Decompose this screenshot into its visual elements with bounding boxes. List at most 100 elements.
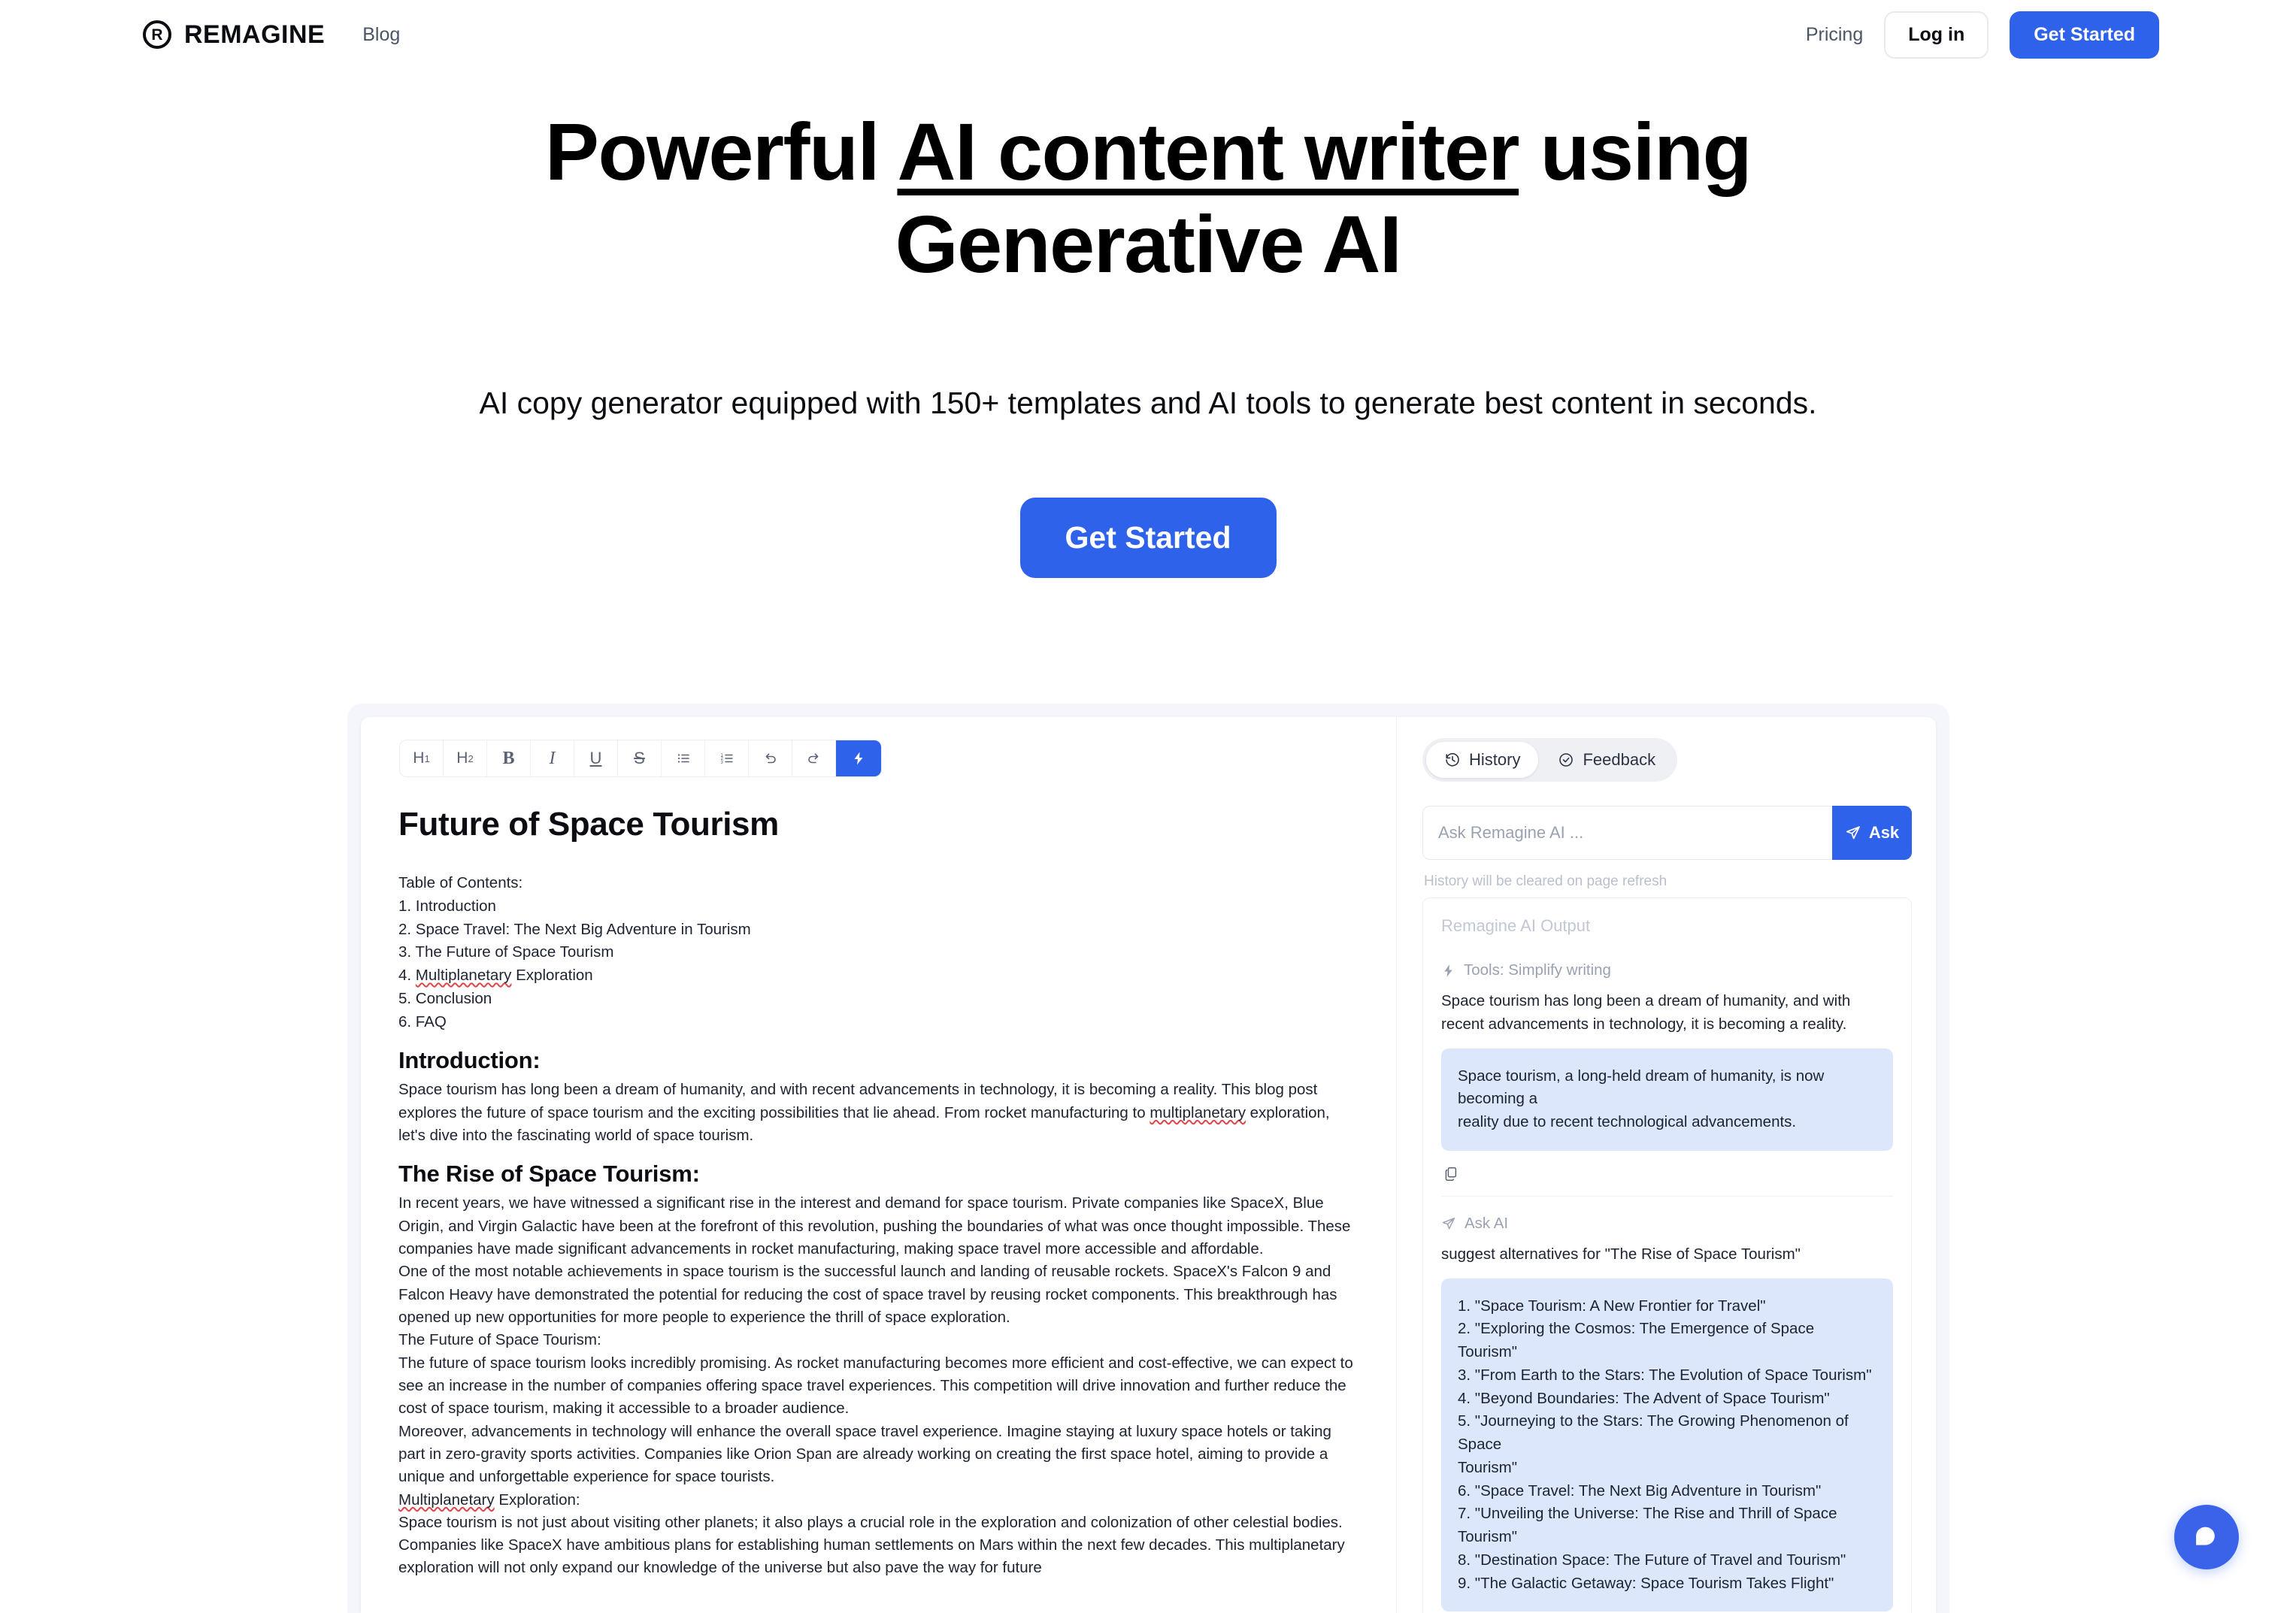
toolbar-redo-button[interactable] — [792, 740, 836, 776]
output-line: 6. "Space Travel: The Next Big Adventure… — [1458, 1481, 1822, 1500]
site-header: R REMAGINE Blog Pricing Log in Get Start… — [0, 0, 2296, 69]
history-entry: Ask AI suggest alternatives for "The Ris… — [1441, 1215, 1893, 1613]
brand-name: REMAGINE — [184, 20, 326, 49]
output-line: reality due to recent technological adva… — [1458, 1113, 1797, 1130]
history-entry-head: Ask AI — [1441, 1215, 1893, 1233]
login-button[interactable]: Log in — [1884, 11, 1989, 59]
history-entry-title: Ask AI — [1465, 1214, 1509, 1232]
history-note: History will be cleared on page refresh — [1424, 873, 1667, 889]
output-line: 3. "From Earth to the Stars: The Evoluti… — [1458, 1366, 1872, 1384]
output-line: 4. "Beyond Boundaries: The Advent of Spa… — [1458, 1389, 1830, 1407]
header-get-started-button[interactable]: Get Started — [2010, 11, 2159, 59]
history-entry-title: Tools: Simplify writing — [1464, 961, 1611, 979]
doc-paragraph-intro: Space tourism has long been a dream of h… — [398, 1079, 1360, 1147]
send-icon — [1441, 1216, 1456, 1231]
doc-subheading-future: The Future of Space Tourism: — [398, 1331, 601, 1349]
divider — [1441, 1195, 1893, 1197]
output-line: 9. "The Galactic Getaway: Space Tourism … — [1458, 1574, 1834, 1592]
hero-title-underlined: AI content writer — [897, 106, 1519, 197]
copy-row — [1441, 1151, 1893, 1196]
ask-input[interactable] — [1422, 806, 1832, 860]
output-line: 7. "Unveiling the Universe: The Rise and… — [1458, 1505, 1837, 1545]
toolbar-undo-button[interactable] — [749, 740, 792, 776]
ai-panel: History Feedback Ask Remagine AI ... Ask… — [1397, 717, 1936, 1613]
doc-paragraph-reusable: One of the most notable achievements in … — [398, 1263, 1337, 1326]
output-line: 5. "Journeying to the Stars: The Growing… — [1458, 1412, 1849, 1453]
svg-text:3: 3 — [720, 761, 723, 765]
doc-subheading-multiplanetary: Multiplanetary Exploration: — [398, 1489, 1360, 1512]
document-body[interactable]: Future of Space Tourism Table of Content… — [388, 777, 1369, 1580]
ask-row: Ask — [1422, 806, 1912, 860]
history-entry-output: Space tourism, a long-held dream of huma… — [1441, 1048, 1893, 1151]
toolbar-ai-magic-button[interactable] — [836, 740, 881, 776]
toolbar-underline-button[interactable]: U — [574, 740, 618, 776]
tab-feedback[interactable]: Feedback — [1540, 742, 1674, 778]
nav-link-blog[interactable]: Blog — [362, 24, 400, 45]
toolbar-numbered-list-button[interactable]: 1 2 3 — [705, 740, 749, 776]
output-line: 8. "Destination Space: The Future of Tra… — [1458, 1551, 1846, 1569]
history-entry-source: Space tourism has long been a dream of h… — [1441, 992, 1851, 1033]
nav-link-pricing[interactable]: Pricing — [1806, 24, 1863, 46]
doc-paragraph-future: The future of space tourism looks incred… — [398, 1354, 1353, 1418]
toolbar-italic-button[interactable]: I — [531, 740, 574, 776]
remagine-logo-icon: R — [143, 20, 171, 49]
history-list[interactable]: Remagine AI Output Tools: Simplify writi… — [1422, 897, 1912, 1613]
misspelled-word: Multiplanetary — [415, 967, 512, 984]
output-line: Tourism" — [1458, 1458, 1518, 1476]
send-icon — [1845, 825, 1861, 841]
toolbar-strikethrough-button[interactable]: S — [618, 740, 662, 776]
hero-cta-wrap: Get Started — [0, 497, 2296, 578]
output-line: 1. "Space Tourism: A New Frontier for Tr… — [1458, 1297, 1766, 1315]
doc-paragraph-rise: In recent years, we have witnessed a sig… — [398, 1194, 1351, 1257]
history-entry-question: suggest alternatives for "The Rise of Sp… — [1441, 1245, 1801, 1263]
product-screenshot-frame: H1 H2 B I U S 1 2 3 Future of Space Tour… — [347, 704, 1949, 1613]
doc-heading-introduction: Introduction: — [398, 1047, 541, 1074]
misspelled-word: multiplanetary — [1150, 1103, 1246, 1121]
toc-item: 4. Multiplanetary Exploration — [398, 967, 593, 984]
page-title: Powerful AI content writer using Generat… — [359, 105, 1937, 290]
ask-button-label: Ask — [1868, 823, 1900, 842]
tab-history-label: History — [1469, 750, 1521, 769]
toolbar-bold-button[interactable]: B — [487, 740, 531, 776]
history-entry-head: Tools: Simplify writing — [1441, 961, 1893, 979]
hero-section: Powerful AI content writer using Generat… — [0, 105, 2296, 578]
toc-item: 6. FAQ — [398, 1012, 447, 1030]
nav-left: Blog — [362, 24, 400, 46]
chat-bubble-icon — [2191, 1521, 2222, 1553]
toc-item: 3. The Future of Space Tourism — [398, 943, 614, 961]
toolbar-heading-1-button[interactable]: H1 — [400, 740, 444, 776]
history-icon — [1444, 752, 1461, 768]
doc-paragraph-multiplanetary: Space tourism is not just about visiting… — [398, 1513, 1345, 1577]
toc-item: 2. Space Travel: The Next Big Adventure … — [398, 920, 751, 938]
ai-output-label: Remagine AI Output — [1441, 916, 1591, 935]
editor-pane: H1 H2 B I U S 1 2 3 Future of Space Tour… — [361, 717, 1397, 1613]
header-actions: Pricing Log in Get Started — [1806, 11, 2159, 59]
tab-feedback-label: Feedback — [1583, 750, 1656, 769]
history-entry: Tools: Simplify writing Space tourism ha… — [1441, 961, 1893, 1196]
toolbar-heading-2-button[interactable]: H2 — [444, 740, 487, 776]
hero-subtitle: AI copy generator equipped with 150+ tem… — [479, 386, 1817, 421]
hero-title-pre: Powerful — [544, 106, 898, 197]
copy-icon[interactable] — [1443, 1166, 1892, 1182]
brand-logo[interactable]: R REMAGINE — [143, 20, 325, 50]
toc-item: 1. Introduction — [398, 897, 496, 915]
ask-button[interactable]: Ask — [1832, 806, 1912, 860]
misspelled-word: Multiplanetary — [398, 1490, 495, 1509]
output-line: 2. "Exploring the Cosmos: The Emergence … — [1458, 1320, 1815, 1360]
editor-toolbar: H1 H2 B I U S 1 2 3 — [399, 740, 882, 777]
ai-panel-tabs: History Feedback — [1422, 738, 1678, 782]
doc-subheading-multiplanetary-rest: Exploration: — [494, 1490, 580, 1509]
toc-item: 5. Conclusion — [398, 989, 492, 1007]
doc-paragraph-moreover: Moreover, advancements in technology wil… — [398, 1422, 1331, 1486]
doc-heading-rise: The Rise of Space Tourism: — [398, 1161, 700, 1188]
toolbar-bullet-list-button[interactable] — [662, 740, 705, 776]
product-app-window: H1 H2 B I U S 1 2 3 Future of Space Tour… — [361, 717, 1936, 1613]
lightning-icon — [1441, 964, 1455, 978]
history-entry-output: 1. "Space Tourism: A New Frontier for Tr… — [1441, 1278, 1893, 1612]
chat-widget-button[interactable] — [2174, 1505, 2239, 1569]
output-line: Space tourism, a long-held dream of huma… — [1458, 1067, 1825, 1108]
hero-get-started-button[interactable]: Get Started — [1019, 497, 1277, 578]
tab-history[interactable]: History — [1426, 742, 1539, 778]
toc-heading: Table of Contents: — [398, 874, 523, 891]
document-title: Future of Space Tourism — [398, 806, 779, 843]
